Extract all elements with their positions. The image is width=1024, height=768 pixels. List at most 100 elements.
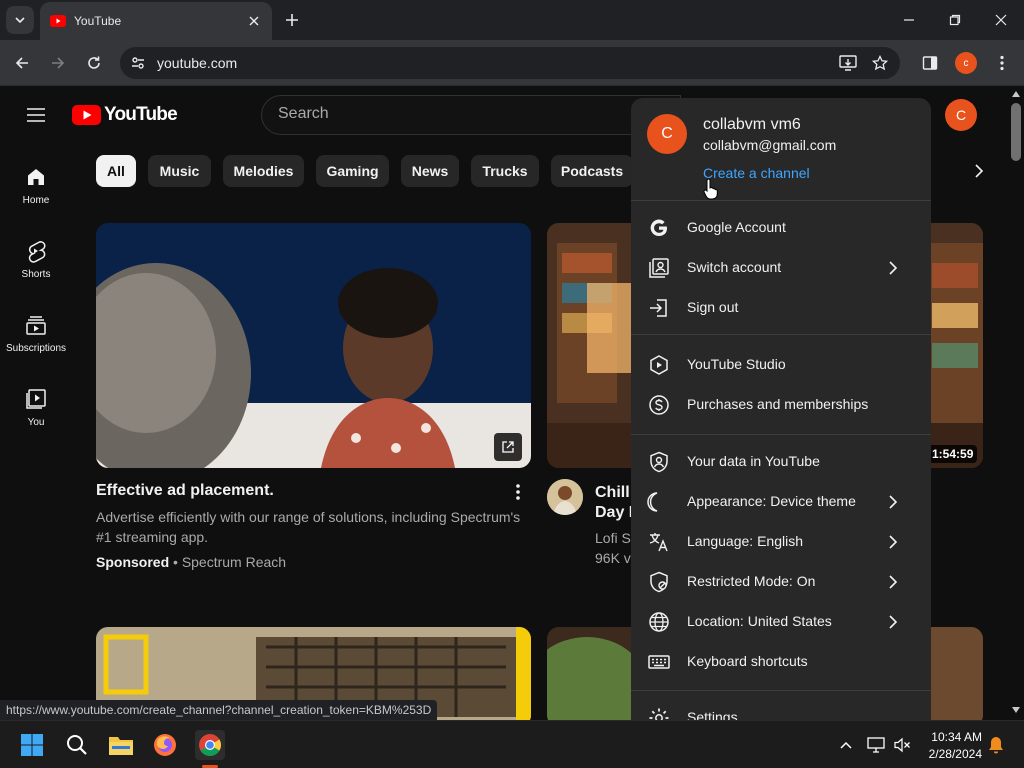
chip-news[interactable]: News <box>401 155 459 187</box>
reload-button[interactable] <box>81 50 107 76</box>
minimize-button[interactable] <box>897 8 921 32</box>
menu-youtube-studio[interactable]: YouTube Studio <box>631 345 931 385</box>
youtube-logo-text: YouTube <box>104 104 178 125</box>
folder-icon <box>109 737 133 755</box>
account-email: collabvm@gmail.com <box>703 137 837 153</box>
show-hidden-icons-button[interactable] <box>832 731 860 759</box>
menu-switch-account[interactable]: Switch account <box>631 248 931 288</box>
search-input[interactable] <box>278 105 658 123</box>
video-views: 96K v <box>595 550 631 566</box>
menu-language[interactable]: Language: English <box>631 522 931 562</box>
sign-out-icon <box>650 299 667 317</box>
chevron-right-icon <box>889 615 898 629</box>
new-tab-button[interactable] <box>282 10 302 30</box>
tab-search-button[interactable] <box>6 6 34 34</box>
menu-purchases[interactable]: Purchases and memberships <box>631 385 931 425</box>
bookmark-button[interactable] <box>867 50 893 76</box>
page-scrollbar[interactable] <box>1008 87 1024 720</box>
chip-all[interactable]: All <box>96 155 136 187</box>
back-button[interactable] <box>9 50 35 76</box>
shield-person-icon <box>650 451 668 473</box>
youtube-logo-icon <box>72 105 101 125</box>
notifications-button[interactable] <box>982 731 1010 759</box>
advertiser-name[interactable]: Spectrum Reach <box>182 554 286 570</box>
youtube-logo[interactable]: YouTube <box>72 104 178 126</box>
chip-gaming[interactable]: Gaming <box>316 155 389 187</box>
address-bar[interactable]: youtube.com <box>120 47 900 79</box>
site-info-button[interactable] <box>128 53 148 73</box>
channel-name[interactable]: Lofi S <box>595 530 635 546</box>
close-window-button[interactable] <box>989 8 1013 32</box>
restore-button[interactable] <box>943 8 967 32</box>
ad-meta: Sponsored • Spectrum Reach <box>96 554 286 570</box>
tab-close-button[interactable] <box>244 11 264 31</box>
menu-label: Google Account <box>687 219 786 235</box>
start-button[interactable] <box>18 731 46 759</box>
volume-button[interactable] <box>888 731 916 759</box>
menu-label: Purchases and memberships <box>687 396 869 412</box>
browser-profile-button[interactable]: c <box>955 52 977 74</box>
taskbar-chrome[interactable] <box>195 730 225 760</box>
account-name: collabvm vm6 <box>703 116 801 133</box>
menu-appearance[interactable]: Appearance: Device theme <box>631 482 931 522</box>
translate-icon <box>649 533 668 552</box>
open-external-button[interactable] <box>494 433 522 461</box>
install-app-button[interactable] <box>835 50 861 76</box>
ad-thumbnail-image <box>96 223 531 468</box>
scroll-thumb[interactable] <box>1011 103 1021 161</box>
browser-tab-youtube[interactable]: YouTube <box>40 2 272 40</box>
menu-avatar: C <box>647 114 687 154</box>
menu-your-data[interactable]: Your data in YouTube <box>631 442 931 482</box>
nav-home[interactable]: Home <box>0 157 72 227</box>
scroll-down-icon[interactable] <box>1012 707 1020 713</box>
menu-settings[interactable]: Settings <box>631 698 931 720</box>
menu-location[interactable]: Location: United States <box>631 602 931 642</box>
minimize-icon <box>904 19 914 21</box>
you-icon <box>26 389 46 409</box>
nav-shorts[interactable]: Shorts <box>0 231 72 301</box>
chips-next-button[interactable] <box>967 159 991 183</box>
video-title[interactable]: Chill <box>595 482 635 504</box>
windows-taskbar: 10:34 AM 2/28/2024 <box>0 720 1024 768</box>
browser-menu-button[interactable] <box>989 50 1015 76</box>
chip-podcasts[interactable]: Podcasts <box>551 155 633 187</box>
switch-account-icon <box>649 258 669 278</box>
account-avatar-button[interactable]: C <box>945 99 977 131</box>
globe-icon <box>649 612 669 632</box>
chevron-right-icon <box>975 164 984 178</box>
menu-google-account[interactable]: Google Account <box>631 208 931 248</box>
plus-icon <box>286 14 298 26</box>
chip-trucks[interactable]: Trucks <box>471 155 539 187</box>
video-title-line2[interactable]: Day F <box>595 504 635 522</box>
ad-title[interactable]: Effective ad placement. <box>96 482 274 500</box>
taskbar-clock-date[interactable]: 2/28/2024 <box>924 747 982 761</box>
nav-subscriptions[interactable]: Subscriptions <box>0 305 72 375</box>
side-panel-button[interactable] <box>917 50 943 76</box>
scroll-up-icon[interactable] <box>1012 91 1020 97</box>
taskbar-clock-time[interactable]: 10:34 AM <box>924 730 982 744</box>
menu-label: Switch account <box>687 259 782 275</box>
forward-button[interactable] <box>45 50 71 76</box>
taskbar-firefox[interactable] <box>151 731 179 759</box>
menu-sign-out[interactable]: Sign out <box>631 288 931 328</box>
taskbar-search-button[interactable] <box>63 731 91 759</box>
chip-melodies[interactable]: Melodies <box>223 155 304 187</box>
search-box[interactable] <box>261 95 681 135</box>
nav-you[interactable]: You <box>0 379 72 449</box>
volume-muted-icon <box>894 737 910 753</box>
taskbar-file-explorer[interactable] <box>107 731 135 759</box>
firefox-icon <box>154 734 176 756</box>
url-text[interactable]: youtube.com <box>157 55 237 71</box>
google-icon <box>650 219 667 237</box>
moon-icon <box>647 492 658 512</box>
menu-restricted-mode[interactable]: Restricted Mode: On <box>631 562 931 602</box>
channel-avatar[interactable] <box>547 479 583 515</box>
reload-icon <box>88 56 100 69</box>
hand-cursor-icon <box>703 178 718 200</box>
menu-keyboard-shortcuts[interactable]: Keyboard shortcuts <box>631 642 931 682</box>
network-button[interactable] <box>862 731 890 759</box>
ad-more-button[interactable] <box>508 482 528 502</box>
chip-music[interactable]: Music <box>148 155 211 187</box>
guide-menu-button[interactable] <box>24 103 48 127</box>
ad-thumbnail[interactable] <box>96 223 531 468</box>
